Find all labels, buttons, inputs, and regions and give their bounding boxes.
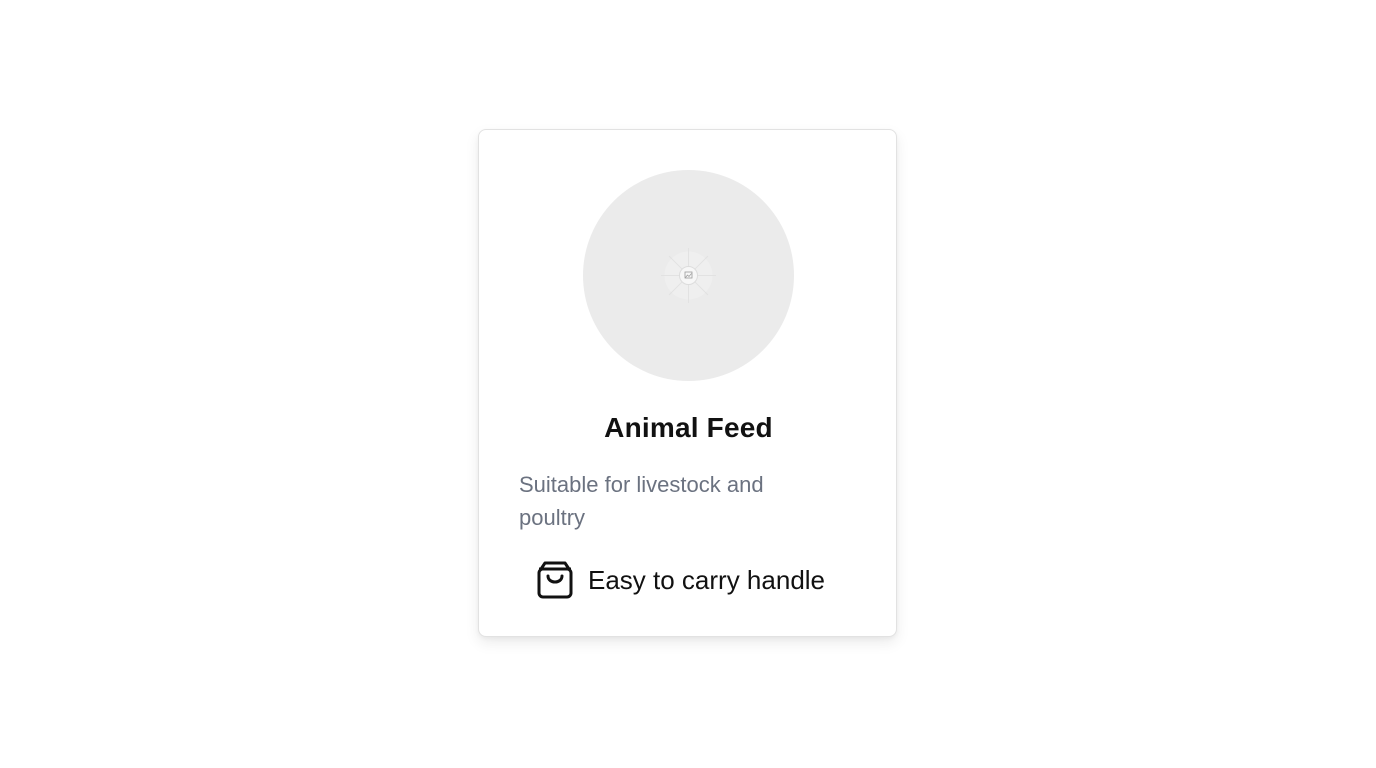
image-placeholder-icon	[661, 248, 716, 303]
product-image	[583, 170, 794, 381]
feature-label: Easy to carry handle	[588, 564, 826, 595]
product-card[interactable]: Animal Feed Suitable for livestock and p…	[478, 129, 897, 637]
shopping-bag-icon	[536, 560, 574, 600]
page: Animal Feed Suitable for livestock and p…	[0, 0, 1376, 768]
product-title: Animal Feed	[604, 412, 773, 443]
product-description: Suitable for livestock and poultry	[519, 472, 764, 530]
feature-item: Easy to carry handle	[536, 560, 825, 600]
